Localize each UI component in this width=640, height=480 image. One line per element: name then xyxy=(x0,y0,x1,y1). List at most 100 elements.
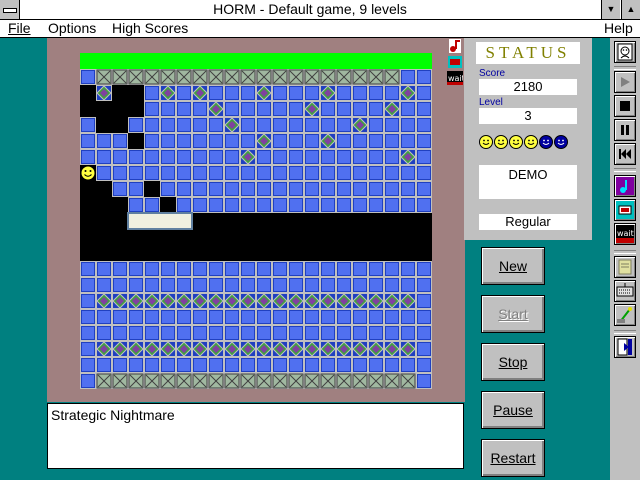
blue-block xyxy=(240,357,256,373)
diamond-block xyxy=(287,340,305,358)
blue-block xyxy=(336,309,352,325)
diamond-block xyxy=(271,340,289,358)
blue-block xyxy=(224,325,240,341)
stop-button[interactable]: Stop xyxy=(481,343,545,381)
blue-block xyxy=(256,165,272,181)
blue-block xyxy=(144,261,160,277)
blue-block xyxy=(144,165,160,181)
blue-block xyxy=(384,85,400,101)
x-block xyxy=(159,68,177,86)
blue-block xyxy=(400,165,416,181)
sound-icon[interactable] xyxy=(614,199,636,221)
rewind-icon[interactable] xyxy=(614,143,636,165)
system-menu-button[interactable] xyxy=(0,0,20,19)
blue-block xyxy=(272,261,288,277)
diamond-block xyxy=(351,340,369,358)
blue-block xyxy=(80,261,96,277)
blue-block xyxy=(352,165,368,181)
blue-block xyxy=(368,133,384,149)
diamond-block xyxy=(383,340,401,358)
blue-block xyxy=(80,293,96,309)
blue-block xyxy=(240,117,256,133)
top-wall xyxy=(80,53,432,69)
blue-block xyxy=(272,325,288,341)
blue-block xyxy=(320,165,336,181)
blue-block xyxy=(352,261,368,277)
x-block xyxy=(303,68,321,86)
blue-block xyxy=(144,309,160,325)
play-icon[interactable] xyxy=(614,71,636,93)
maximize-button[interactable]: ▲ xyxy=(621,0,640,19)
blue-block xyxy=(416,181,432,197)
pause-button[interactable]: Pause xyxy=(481,391,545,429)
blue-block xyxy=(384,197,400,213)
blue-block xyxy=(368,165,384,181)
diamond-block xyxy=(255,292,273,310)
exit-door-icon[interactable] xyxy=(614,336,636,358)
face-icon[interactable] xyxy=(614,41,636,63)
minimize-button[interactable]: ▼ xyxy=(601,0,620,19)
life-face-icon xyxy=(524,134,538,149)
blue-block xyxy=(352,357,368,373)
blue-block xyxy=(160,181,176,197)
level-label: Level xyxy=(479,97,503,108)
blue-block xyxy=(416,325,432,341)
stop-square-icon[interactable] xyxy=(614,95,636,117)
blue-block xyxy=(368,357,384,373)
blue-block xyxy=(416,165,432,181)
diamond-block xyxy=(111,340,129,358)
x-block xyxy=(383,372,401,389)
restart-button[interactable]: Restart xyxy=(481,439,545,477)
x-block xyxy=(351,68,369,86)
blue-block xyxy=(352,325,368,341)
blue-block xyxy=(208,277,224,293)
blue-block xyxy=(272,133,288,149)
diamond-block xyxy=(95,84,113,102)
wait-icon[interactable]: wait xyxy=(614,223,636,245)
menu-file[interactable]: File xyxy=(8,20,31,37)
menu-help[interactable]: Help xyxy=(604,20,633,37)
game-board[interactable] xyxy=(80,53,432,389)
start-button[interactable]: Start xyxy=(481,295,545,333)
blue-block xyxy=(288,309,304,325)
blue-block xyxy=(112,325,128,341)
blue-block xyxy=(224,197,240,213)
menu-bar: File Options High Scores Help xyxy=(0,20,640,38)
diamond-block xyxy=(319,84,337,102)
diamond-block xyxy=(207,340,225,358)
blue-block xyxy=(192,325,208,341)
keyboard-icon[interactable] xyxy=(614,280,636,302)
blue-block xyxy=(352,149,368,165)
blue-block xyxy=(240,133,256,149)
music-note-icon[interactable] xyxy=(614,175,636,197)
score-value: 2180 xyxy=(479,79,577,95)
blue-block xyxy=(416,69,432,85)
blue-block xyxy=(144,325,160,341)
right-toolbar: wait xyxy=(610,38,640,480)
menu-file-label: File xyxy=(8,20,31,36)
diamond-block xyxy=(383,100,401,118)
blue-block xyxy=(80,277,96,293)
blue-block xyxy=(272,117,288,133)
diamond-block xyxy=(159,84,177,102)
blue-block xyxy=(176,101,192,117)
joystick-icon[interactable] xyxy=(614,304,636,326)
blue-block xyxy=(176,133,192,149)
blue-block xyxy=(192,357,208,373)
document-icon[interactable] xyxy=(614,256,636,278)
new-button[interactable]: New xyxy=(481,247,545,285)
menu-high-scores[interactable]: High Scores xyxy=(112,20,188,37)
pause-icon[interactable] xyxy=(614,119,636,141)
blue-block xyxy=(192,101,208,117)
diamond-block xyxy=(239,340,257,358)
x-block xyxy=(191,372,209,389)
diamond-block xyxy=(191,340,209,358)
toolbar-separator xyxy=(614,250,636,254)
blue-block xyxy=(224,357,240,373)
blue-block xyxy=(368,117,384,133)
blue-block xyxy=(192,181,208,197)
side-icons: wait xyxy=(447,38,465,89)
menu-options[interactable]: Options xyxy=(48,20,96,37)
blue-block xyxy=(96,357,112,373)
side-icon-strip: wait xyxy=(447,39,465,85)
